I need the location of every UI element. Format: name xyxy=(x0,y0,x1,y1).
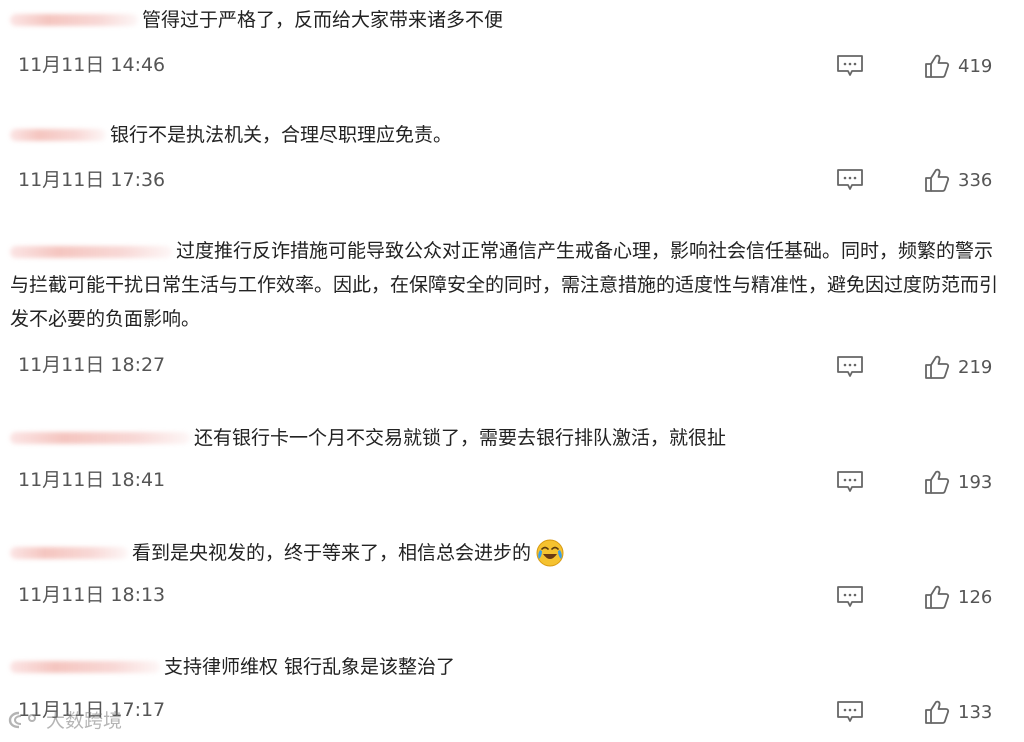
like-count: 219 xyxy=(958,356,993,378)
thumbs-up-icon xyxy=(925,585,950,609)
comment-header: 支持律师维权 银行乱象是该整治了 xyxy=(10,652,455,682)
like-button[interactable]: 336 xyxy=(924,167,992,193)
username-blurred[interactable] xyxy=(10,129,106,141)
like-button[interactable]: 219 xyxy=(924,354,992,380)
comment-icon xyxy=(837,356,863,377)
reply-button[interactable] xyxy=(836,168,864,192)
comment-header: 管得过于严格了，反而给大家带来诸多不便 xyxy=(10,5,503,35)
reply-button[interactable] xyxy=(836,700,864,724)
thumbs-up-icon xyxy=(925,54,950,78)
comment-icon xyxy=(837,55,863,76)
watermark-text: 大数跨境 xyxy=(46,710,123,732)
like-count: 126 xyxy=(958,586,993,608)
like-button[interactable]: 419 xyxy=(924,53,992,79)
comment-header: 银行不是执法机关，合理尽职理应免责。 xyxy=(10,120,452,150)
comment-header: 还有银行卡一个月不交易就锁了，需要去银行排队激活，就很扯 xyxy=(10,423,726,453)
comment-icon xyxy=(837,169,863,190)
comment-text: 还有银行卡一个月不交易就锁了，需要去银行排队激活，就很扯 xyxy=(194,427,727,449)
watermark: 大数跨境 xyxy=(8,706,122,733)
like-count: 193 xyxy=(958,471,993,493)
comment-list: 管得过于严格了，反而给大家带来诸多不便 11月11日 14:46 419 银行不… xyxy=(0,0,1024,742)
comment-header: 看到是央视发的，终于等来了，相信总会进步的 xyxy=(10,538,565,568)
thumbs-up-icon xyxy=(925,700,950,724)
username-blurred[interactable] xyxy=(10,661,160,673)
like-button[interactable]: 193 xyxy=(924,469,992,495)
like-count: 336 xyxy=(958,169,993,191)
reply-button[interactable] xyxy=(836,470,864,494)
comment-time: 11月11日 14:46 xyxy=(18,54,166,76)
username-blurred[interactable] xyxy=(10,245,172,258)
reply-button[interactable] xyxy=(836,585,864,609)
comment-icon xyxy=(837,471,863,492)
crying-laughing-emoji-icon xyxy=(536,539,564,567)
comment-time: 11月11日 17:36 xyxy=(18,169,166,191)
comment-icon xyxy=(837,586,863,607)
reply-button[interactable] xyxy=(836,54,864,78)
thumbs-up-icon xyxy=(925,355,950,379)
comment-text: 支持律师维权 银行乱象是该整治了 xyxy=(164,656,456,678)
username-blurred[interactable] xyxy=(10,432,190,444)
thumbs-up-icon xyxy=(925,470,950,494)
comment-time: 11月11日 18:13 xyxy=(18,584,166,606)
like-count: 133 xyxy=(958,701,993,723)
comment-text: 管得过于严格了，反而给大家带来诸多不便 xyxy=(142,9,504,31)
comment-icon xyxy=(837,701,863,722)
like-button[interactable]: 133 xyxy=(924,699,992,725)
reply-button[interactable] xyxy=(836,355,864,379)
comment-text: 看到是央视发的，终于等来了，相信总会进步的 xyxy=(132,542,532,564)
comment-body: 过度推行反诈措施可能导致公众对正常通信产生戒备心理，影响社会信任基础。同时，频繁… xyxy=(10,234,1010,336)
username-blurred[interactable] xyxy=(10,14,138,26)
like-button[interactable]: 126 xyxy=(924,584,992,610)
watermark-logo-icon xyxy=(8,711,36,728)
comment-text: 银行不是执法机关，合理尽职理应免责。 xyxy=(110,124,453,146)
thumbs-up-icon xyxy=(925,168,950,192)
like-count: 419 xyxy=(958,55,993,77)
comment-time: 11月11日 18:41 xyxy=(18,469,166,491)
username-blurred[interactable] xyxy=(10,547,128,559)
comment-time: 11月11日 18:27 xyxy=(18,354,166,376)
